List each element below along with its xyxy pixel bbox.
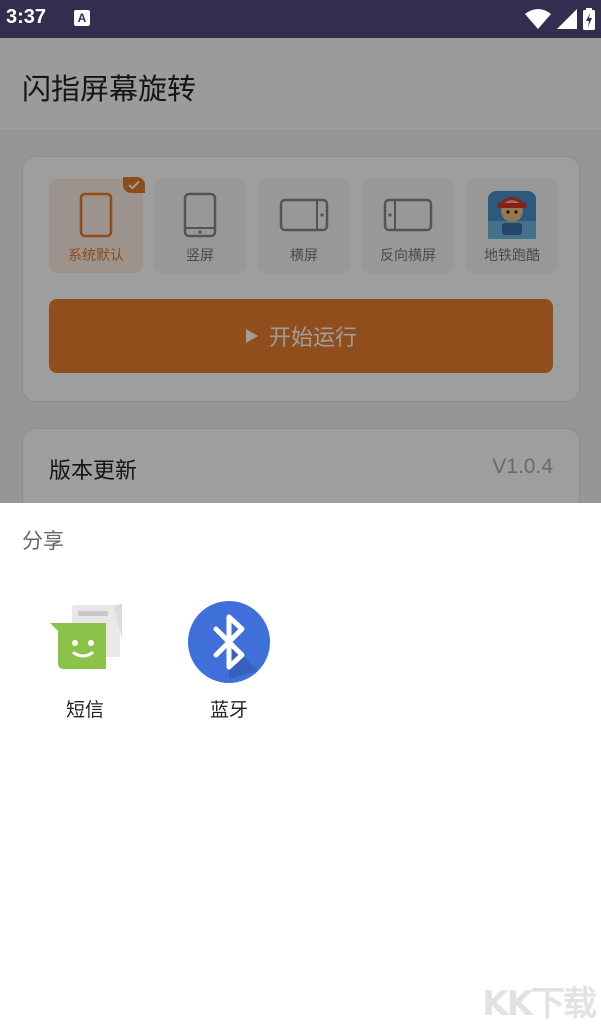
notification-icon: A [74, 10, 90, 26]
status-time: 3:37 [6, 6, 47, 28]
modal-scrim[interactable] [0, 38, 601, 503]
battery-icon [583, 8, 595, 30]
watermark: KK下载 [482, 984, 597, 1024]
share-target-label: 短信 [65, 699, 104, 721]
share-target-label: 蓝牙 [209, 699, 248, 721]
status-bar: 3:37 A [0, 0, 601, 38]
messaging-app-icon [50, 603, 122, 669]
share-sheet: 分享 短信 蓝牙 [0, 503, 601, 1031]
signal-icon [557, 9, 577, 29]
share-sheet-title: 分享 [22, 529, 64, 553]
status-icons [525, 6, 595, 32]
wifi-icon [525, 9, 551, 29]
bluetooth-icon [188, 601, 270, 683]
share-target-bluetooth[interactable]: 蓝牙 [174, 599, 284, 729]
share-target-messaging[interactable]: 短信 [30, 599, 140, 729]
